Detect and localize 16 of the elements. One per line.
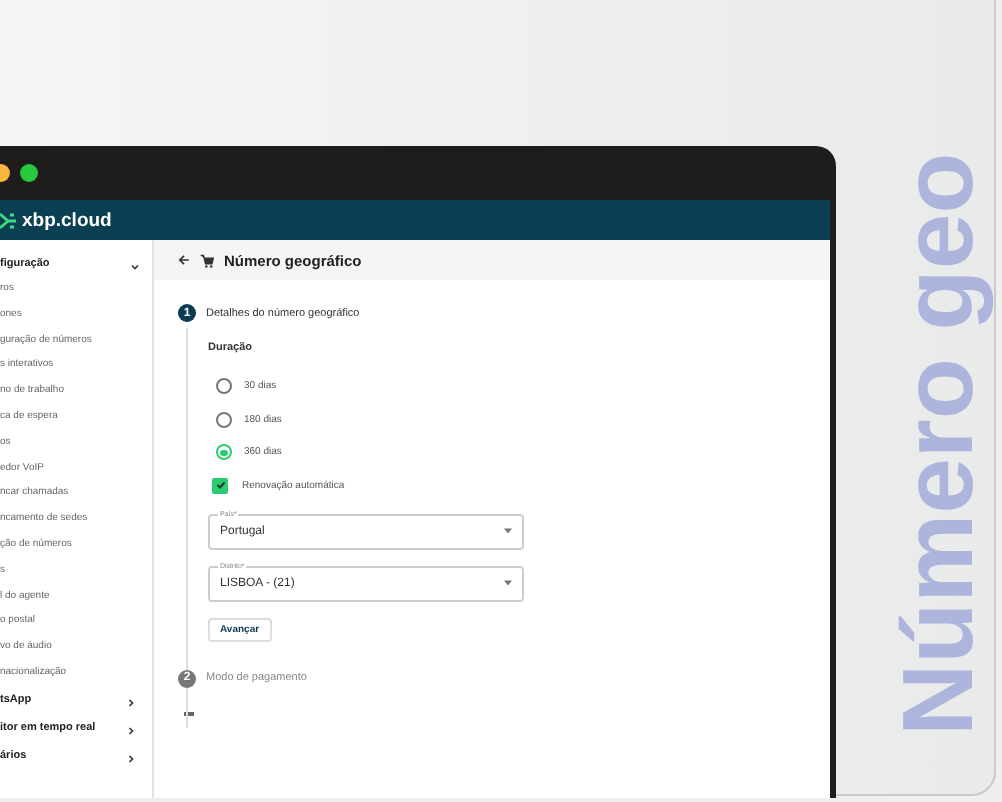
dropdown-caret-icon: [504, 580, 512, 586]
dropdown-caret-icon: [504, 528, 512, 534]
chevron-icon: [126, 697, 136, 708]
cart-icon: [200, 253, 214, 267]
step-marker: [184, 711, 194, 715]
logo-icon: [0, 211, 16, 229]
chevron-icon: [126, 753, 136, 764]
radio-button[interactable]: [216, 411, 232, 428]
radio-button[interactable]: [216, 378, 232, 395]
brand-name: xbp.cloud: [22, 209, 112, 231]
radio-button[interactable]: [216, 444, 232, 461]
back-arrow-icon[interactable]: [178, 254, 190, 266]
side-title: Número geo: [880, 150, 996, 736]
checkbox[interactable]: [212, 477, 228, 493]
chevron-icon: [130, 262, 140, 272]
chevron-icon: [126, 725, 136, 736]
